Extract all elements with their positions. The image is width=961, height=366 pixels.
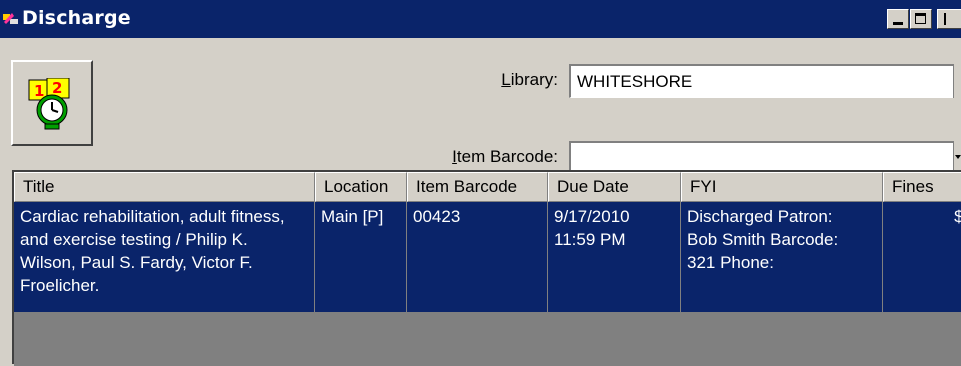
item-barcode-label: Item Barcode:	[452, 147, 558, 166]
column-header-item-barcode[interactable]: Item Barcode	[407, 172, 548, 202]
close-icon	[944, 13, 954, 25]
column-header-fines[interactable]: Fines	[883, 172, 961, 202]
library-field[interactable]	[569, 64, 954, 98]
column-header-location[interactable]: Location	[315, 172, 407, 202]
cell-item-barcode: 00423	[407, 202, 548, 312]
maximize-button[interactable]	[910, 9, 932, 29]
library-label: Library:	[501, 70, 558, 89]
discharge-app-icon	[3, 13, 18, 24]
window-title: Discharge	[22, 7, 131, 29]
discharge-date-button[interactable]: 1 2	[11, 60, 93, 146]
table-row[interactable]: Cardiac rehabilitation, adult fitness, a…	[14, 202, 961, 312]
minimize-icon	[893, 22, 903, 25]
svg-text:2: 2	[52, 79, 62, 97]
minimize-button[interactable]	[887, 9, 909, 29]
discharge-items-grid[interactable]: Title Location Item Barcode Due Date FYI…	[12, 170, 961, 366]
column-header-title[interactable]: Title	[14, 172, 315, 202]
column-header-fyi[interactable]: FYI	[681, 172, 883, 202]
close-button[interactable]	[937, 9, 961, 29]
grid-empty-area	[14, 312, 961, 366]
maximize-icon	[915, 13, 926, 24]
svg-text:1: 1	[34, 82, 44, 100]
calendar-clock-icon: 1 2	[28, 78, 70, 130]
library-dropdown-edge[interactable]	[953, 64, 961, 98]
cell-fyi: Discharged Patron: Bob Smith Barcode: 32…	[681, 202, 883, 312]
title-bar: Discharge	[0, 0, 961, 38]
cell-fines: $0	[954, 207, 961, 226]
column-header-due-date[interactable]: Due Date	[548, 172, 681, 202]
cell-title: Cardiac rehabilitation, adult fitness, a…	[14, 202, 315, 312]
dropdown-arrow-icon	[955, 155, 961, 159]
cell-due-date: 9/17/2010 11:59 PM	[548, 202, 681, 312]
cell-location: Main [P]	[315, 202, 407, 312]
